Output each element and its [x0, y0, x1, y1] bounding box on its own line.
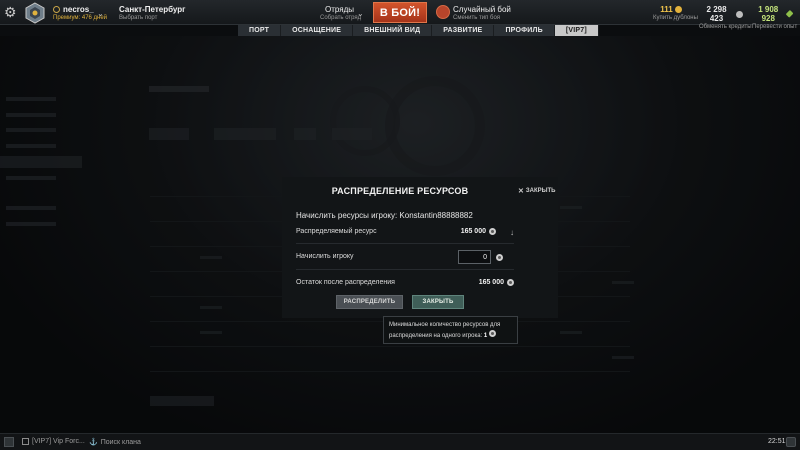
- mode-sub: Сменить тип боя: [453, 15, 501, 21]
- battle-button[interactable]: В БОЙ!: [373, 2, 427, 23]
- row-label: Остаток после распределения: [296, 279, 395, 286]
- battle-mode-selector[interactable]: Случайный бой Сменить тип боя: [453, 5, 511, 21]
- row-value: 165 000: [460, 228, 486, 235]
- tab-clan[interactable]: [VIP7]: [554, 25, 599, 36]
- credits-value: 2 298 423: [706, 5, 727, 23]
- close-button[interactable]: ЗАКРЫТЬ: [412, 295, 464, 309]
- amount-input[interactable]: [458, 250, 491, 264]
- port-selector[interactable]: Санкт-Петербург Выбрать порт: [119, 5, 186, 21]
- tooltip: Минимальное количество ресурсов для расп…: [383, 316, 518, 344]
- remaining-row: Остаток после распределения 165 000: [296, 279, 514, 286]
- tooltip-value: 1: [483, 333, 488, 339]
- distribute-button[interactable]: РАСПРЕДЕЛИТЬ: [336, 295, 403, 309]
- distributable-resource-row: Распределяемый ресурс 165 000: [296, 228, 514, 235]
- close-label: ЗАКРЫТЬ: [525, 188, 556, 194]
- row-label: Начислить игроку: [296, 253, 354, 260]
- close-icon: ✕: [518, 188, 524, 195]
- dialog-subtitle: Начислить ресурсы игроку: Konstantin8888…: [296, 211, 473, 220]
- clan-chat-button[interactable]: [VIP7] Vip Forc...: [22, 438, 85, 445]
- tab-profile[interactable]: ПРОФИЛЬ: [494, 25, 555, 36]
- row-label: Распределяемый ресурс: [296, 228, 377, 235]
- port-name: Санкт-Петербург: [119, 5, 186, 14]
- tab-research[interactable]: РАЗВИТИЕ: [432, 25, 495, 36]
- resource-icon: [489, 228, 496, 235]
- chat-bubble-icon: [22, 438, 29, 445]
- tab-equipment[interactable]: ОСНАЩЕНИЕ: [281, 25, 354, 36]
- doubloon-icon: [674, 6, 682, 13]
- battle-mode-icon[interactable]: [436, 5, 450, 19]
- rank-badge-icon[interactable]: [24, 2, 46, 24]
- squad-label: Отряды: [325, 5, 354, 14]
- resource-icon: [488, 330, 496, 337]
- clan-search-button[interactable]: ⚓ Поиск клана: [89, 438, 141, 447]
- anchor-icon: ⚓: [89, 439, 98, 446]
- divider: [296, 243, 514, 244]
- resource-icon: [496, 254, 503, 261]
- arrow-down-icon[interactable]: ↓: [510, 228, 514, 237]
- squad-sub: Собрать отряд: [320, 15, 362, 21]
- clock: 22:51: [768, 438, 786, 445]
- bottom-bar: [VIP7] Vip Forc... ⚓ Поиск клана 22:51: [0, 433, 800, 450]
- doubloons-balance[interactable]: 111 Купить дублоны: [653, 5, 698, 21]
- notifications-icon[interactable]: [786, 437, 796, 447]
- tab-exterior[interactable]: ВНЕШНИЙ ВИД: [353, 25, 433, 36]
- mode-label: Случайный бой: [453, 5, 511, 14]
- row-value: 165 000: [478, 279, 504, 286]
- resource-icon: [507, 279, 514, 286]
- close-link[interactable]: ✕ ЗАКРЫТЬ: [518, 187, 555, 195]
- doubloons-value: 111: [660, 5, 673, 14]
- credits-icon: [736, 10, 743, 18]
- dialog-title: РАСПРЕДЕЛЕНИЕ РЕСУРСОВ: [331, 186, 469, 196]
- top-bar: ⚙ necros_ Премиум: 476 дней ⌄ Санкт-Пете…: [0, 0, 800, 30]
- free-xp-balance[interactable]: 1 908 928 Перевести опыт: [752, 5, 798, 30]
- free-xp-label: Перевести опыт: [752, 24, 798, 30]
- credits-balance[interactable]: 2 298 423 Обменять кредиты: [699, 5, 752, 30]
- nav-tabs: ПОРТ ОСНАЩЕНИЕ ВНЕШНИЙ ВИД РАЗВИТИЕ ПРОФ…: [238, 25, 599, 36]
- clan-chat-label: [VIP7] Vip Forc...: [32, 438, 85, 445]
- tab-port[interactable]: ПОРТ: [238, 25, 282, 36]
- free-xp-value: 1 908 928: [758, 5, 779, 23]
- doubloons-label: Купить дублоны: [653, 15, 698, 21]
- player-name: necros_: [63, 5, 94, 14]
- chevron-down-icon[interactable]: ⌄: [357, 9, 364, 18]
- clan-icon: [53, 6, 60, 13]
- free-xp-icon: [785, 9, 794, 19]
- credits-label: Обменять кредиты: [699, 24, 752, 30]
- chat-icon[interactable]: [4, 437, 14, 447]
- chevron-down-icon[interactable]: ⌄: [97, 9, 104, 18]
- gear-icon[interactable]: ⚙: [4, 5, 18, 19]
- port-sub: Выбрать порт: [119, 15, 158, 21]
- clan-search-label: Поиск клана: [100, 438, 141, 446]
- divider: [296, 269, 514, 270]
- resource-distribution-dialog: РАСПРЕДЕЛЕНИЕ РЕСУРСОВ ✕ ЗАКРЫТЬ Начисли…: [282, 177, 558, 318]
- squad-selector[interactable]: Отряды Собрать отряд: [320, 5, 362, 21]
